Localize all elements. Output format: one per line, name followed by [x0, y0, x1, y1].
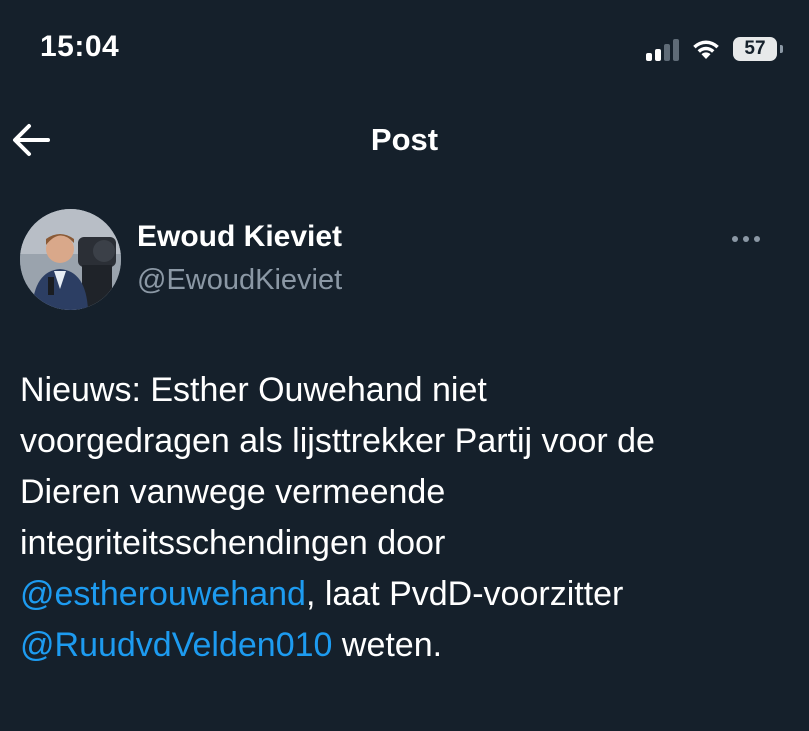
post-text-line: Dieren vanwege vermeende — [20, 473, 446, 511]
battery-level: 57 — [744, 38, 766, 59]
status-time: 15:04 — [40, 30, 120, 63]
more-options-button[interactable] — [732, 228, 768, 250]
cellular-signal-icon — [646, 37, 679, 61]
page-title: Post — [370, 122, 439, 157]
post-text-line: , laat PvdD-voorzitter — [305, 575, 624, 613]
mention-link[interactable]: @RuudvdVelden010 — [20, 626, 332, 664]
post-text-line: voorgedragen als lijsttrekker Partij voo… — [20, 422, 655, 460]
author-name[interactable]: Ewoud Kieviet — [137, 220, 342, 254]
mention-link[interactable]: @estherouwehand — [20, 575, 306, 613]
author-handle[interactable]: @EwoudKieviet — [137, 264, 342, 297]
post-text-line: weten. — [332, 626, 443, 664]
avatar-photo — [20, 209, 121, 310]
avatar[interactable] — [20, 209, 121, 310]
screen: 15:04 57 Post Ewoud Kieviet @EwoudKievie… — [0, 0, 809, 731]
wifi-icon — [693, 40, 719, 59]
post-text-line: Nieuws: Esther Ouwehand niet — [20, 371, 487, 409]
post-text: Nieuws: Esther Ouwehand niet voorgedrage… — [20, 365, 780, 671]
battery-icon: 57 — [733, 37, 783, 61]
post-text-line: integriteitsschendingen door — [20, 524, 446, 562]
status-icons: 57 — [646, 34, 783, 64]
more-horizontal-icon — [732, 236, 738, 242]
